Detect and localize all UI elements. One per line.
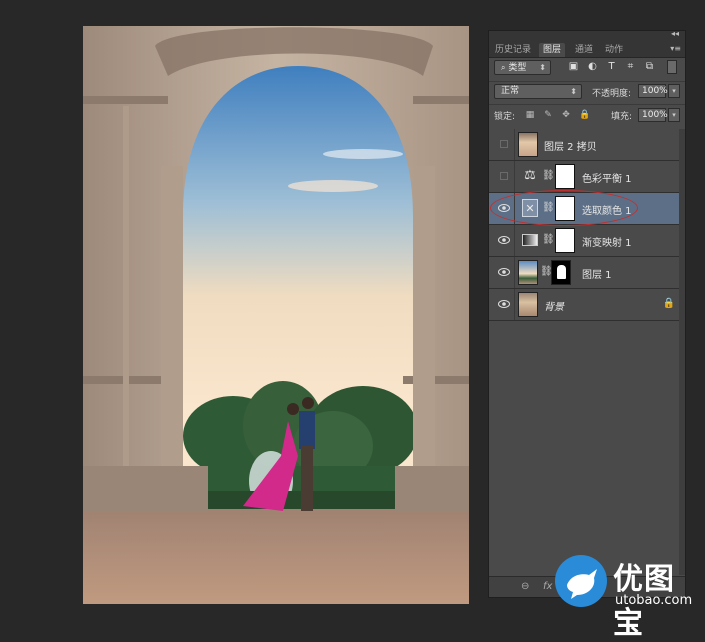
document-canvas[interactable] [83,26,469,604]
layer-row-layer-1[interactable]: ⛓ 图层 1 [489,257,685,289]
layer-mask-thumbnail[interactable] [551,260,571,285]
filter-toggle[interactable] [667,60,677,74]
fill-slider-button[interactable]: ▾ [668,108,680,122]
layer-name: 渐变映射 1 [582,238,632,249]
lock-position-icon[interactable]: ✥ [561,110,571,120]
eye-icon[interactable] [498,267,510,277]
layer-row-color-balance-1[interactable]: ⚖ ⛓ 色彩平衡 1 [489,161,685,193]
gradient-map-icon [522,234,538,246]
layer-name: 图层 2 拷贝 [544,142,597,153]
tab-actions[interactable]: 动作 [601,43,627,57]
chevron-down-icon: ⬍ [570,87,577,96]
layer-row-layer-2-copy[interactable]: 图层 2 拷贝 [489,129,685,161]
lock-pixels-icon[interactable]: ✎ [543,110,553,120]
tab-channels[interactable]: 通道 [571,43,597,57]
layer-thumbnail [518,292,538,317]
eye-icon[interactable] [498,235,510,245]
annotation-ellipse [490,190,638,226]
image-filter-icon[interactable]: ▣ [568,61,579,72]
chevron-down-icon: ⬍ [539,63,546,72]
wedding-photo [83,26,469,604]
layer-mask-thumbnail[interactable] [555,164,575,189]
blend-row: 正常 ⬍ 不透明度: 100% ▾ [489,81,685,100]
divider [514,289,515,320]
filter-type-label: 类型 [508,63,527,73]
lock-label: 锁定: [494,112,516,122]
fill-input[interactable]: 100% [638,108,668,122]
adjustment-filter-icon[interactable]: ◐ [587,61,598,72]
link-chain-icon[interactable]: ⛓ [542,170,555,181]
text-filter-icon[interactable]: T [606,61,617,72]
layer-row-gradient-map-1[interactable]: ⛓ 渐变映射 1 [489,225,685,257]
layer-row-background[interactable]: 背景 🔒 [489,289,685,321]
divider [514,257,515,288]
layer-name: 色彩平衡 1 [582,174,632,185]
opacity-slider-button[interactable]: ▾ [668,84,680,98]
smart-object-filter-icon[interactable]: ⧉ [644,61,655,72]
bird-logo-icon [555,555,607,607]
divider [514,161,515,192]
tab-layers[interactable]: 图层 [539,43,566,57]
shape-filter-icon[interactable]: ⌗ [625,61,636,72]
fill-label: 填充: [611,112,633,122]
panel-tabs: 历史记录 图层 通道 动作 ▾≡ [489,41,685,58]
layer-thumbnail [518,260,538,285]
opacity-label: 不透明度: [592,89,632,99]
link-icon[interactable]: ⊖ [521,581,529,592]
blend-mode-dropdown[interactable]: 正常 ⬍ [494,84,582,99]
watermark-url: utobao.com [615,593,693,608]
divider [514,225,515,256]
opacity-input[interactable]: 100% [638,84,668,98]
layer-name: 背景 [544,302,564,313]
fx-icon[interactable]: fx [543,581,552,592]
visibility-toggle-off[interactable] [500,172,508,180]
panel-menu-icon[interactable]: ▾≡ [670,44,681,53]
collapse-panel-icon[interactable]: ◂◂ [671,29,679,38]
link-chain-icon[interactable]: ⛓ [542,234,555,245]
layers-panel: ◂◂ 历史记录 图层 通道 动作 ▾≡ ⌕ 类型 ⬍ ▣ ◐ T ⌗ ⧉ 正常 … [488,29,686,598]
layer-thumbnail [518,132,538,157]
lock-all-icon[interactable]: 🔒 [579,110,590,120]
layer-name: 图层 1 [582,270,612,281]
blend-mode-value: 正常 [501,86,520,96]
divider [514,129,515,160]
filter-type-dropdown[interactable]: ⌕ 类型 ⬍ [494,60,551,75]
lock-row: 锁定: ▦ ✎ ✥ 🔒 填充: 100% ▾ [489,104,685,125]
layer-mask-thumbnail[interactable] [555,228,575,253]
filter-row: ⌕ 类型 ⬍ ▣ ◐ T ⌗ ⧉ [489,59,685,77]
tab-history[interactable]: 历史记录 [491,43,535,57]
search-icon: ⌕ [501,63,506,72]
balance-scale-icon: ⚖ [524,168,536,183]
mask-shape [557,265,566,279]
eye-icon[interactable] [498,299,510,309]
visibility-toggle-off[interactable] [500,140,508,148]
layers-scrollbar[interactable] [679,129,685,575]
lock-transparency-icon[interactable]: ▦ [525,110,535,120]
panel-title-bar: ◂◂ [489,29,685,41]
lock-icon: 🔒 [662,298,675,309]
watermark: 优图宝 utobao.com [555,553,705,641]
